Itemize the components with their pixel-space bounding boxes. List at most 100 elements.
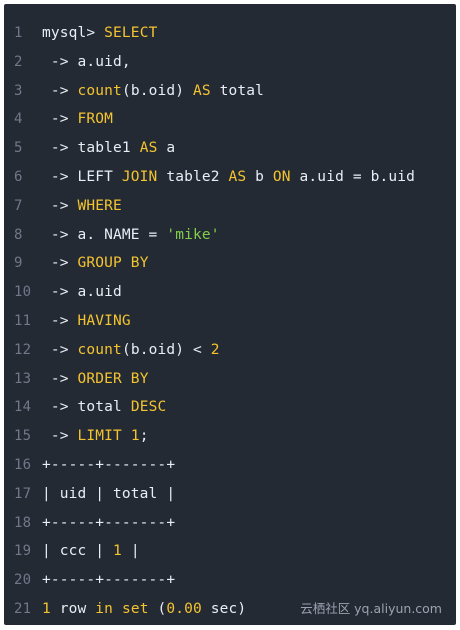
line-number: 4	[14, 111, 23, 128]
line-number: 10	[14, 284, 32, 301]
code-token: ->	[42, 255, 78, 272]
code-token: ORDER BY	[77, 370, 149, 387]
code-line: 4 -> FROM	[4, 105, 456, 134]
line-number: 3	[14, 82, 23, 99]
line-number: 13	[14, 370, 32, 387]
code-token: -> a.uid	[42, 284, 122, 301]
code-token: a.uid = b.uid	[290, 168, 415, 185]
code-line: 15 -> LIMIT 1;	[4, 422, 456, 451]
line-number: 17	[14, 485, 32, 502]
line-number: 7	[14, 197, 23, 214]
code-line: 18 +-----+-------+	[4, 509, 456, 538]
code-token: -> table1	[42, 140, 140, 157]
code-token: (b.oid)	[121, 82, 193, 99]
code-line: 11 -> HAVING	[4, 307, 456, 336]
code-line: 5 -> table1 AS a	[4, 134, 456, 163]
code-line: 8 -> a. NAME = 'mike'	[4, 221, 456, 250]
code-token: | uid | total |	[42, 485, 176, 502]
code-token: 2	[210, 341, 220, 358]
code-token: JOIN	[121, 168, 158, 185]
code-token: WHERE	[77, 197, 122, 214]
code-token: ;	[139, 428, 149, 445]
code-block: 1 mysql> SELECT 2 -> a.uid, 3 -> count(b.oi…	[4, 4, 456, 625]
line-number: 14	[14, 399, 32, 416]
code-token: -> total	[42, 399, 131, 416]
code-token: total	[210, 82, 265, 99]
code-token: DESC	[130, 399, 167, 416]
code-token: (	[148, 600, 167, 617]
code-token: ->	[42, 82, 78, 99]
code-token: ->	[42, 370, 78, 387]
line-number: 6	[14, 168, 23, 185]
code-token: count	[77, 82, 122, 99]
code-line: 1 mysql> SELECT	[4, 19, 456, 48]
code-line: 3 -> count(b.oid) AS total	[4, 77, 456, 106]
code-token: table2	[157, 168, 229, 185]
code-token: count	[77, 341, 122, 358]
code-token: +-----+-------+	[42, 514, 176, 531]
line-number: 15	[14, 428, 32, 445]
code-token: ->	[42, 428, 78, 445]
code-token: 1	[130, 428, 140, 445]
line-number: 11	[14, 312, 32, 329]
code-token: -> a.uid,	[42, 53, 131, 70]
code-token: |	[121, 543, 140, 560]
code-line: 19 | ccc | 1 |	[4, 537, 456, 566]
code-token: ON	[272, 168, 291, 185]
code-token: SELECT	[104, 25, 158, 41]
code-token: ->	[42, 341, 78, 358]
line-number: 18	[14, 514, 32, 531]
code-token: ->	[42, 111, 78, 128]
code-line: 14 -> total DESC	[4, 393, 456, 422]
line-number: 8	[14, 226, 23, 243]
code-token: ->	[42, 197, 78, 214]
line-number: 9	[14, 255, 23, 272]
line-number: 12	[14, 341, 32, 358]
code-token: AS	[139, 140, 158, 157]
code-token: b	[246, 168, 273, 185]
code-token: | ccc |	[42, 543, 114, 560]
code-token: HAVING	[77, 312, 131, 329]
code-token: AS	[192, 82, 211, 99]
line-number: 2	[14, 53, 23, 70]
line-number: 16	[14, 456, 32, 473]
code-token: ->	[42, 312, 78, 329]
code-token: LIMIT	[77, 428, 122, 445]
code-token: AS	[228, 168, 247, 185]
code-line: 2 -> a.uid,	[4, 48, 456, 77]
code-line: 6 -> LEFT JOIN table2 AS b ON a.uid = b.…	[4, 163, 456, 192]
code-lines: 1 mysql> SELECT 2 -> a.uid, 3 -> count(b.oi…	[4, 19, 456, 624]
code-token: 0.00	[166, 600, 202, 617]
code-line: 7 -> WHERE	[4, 192, 456, 221]
watermark: 云栖社区 yq.aliyun.com	[300, 601, 442, 616]
code-token: +-----+-------+	[42, 456, 176, 473]
code-token: a	[157, 140, 176, 157]
code-line: 10 -> a.uid	[4, 278, 456, 307]
code-token: in	[95, 600, 114, 617]
line-number: 21	[14, 600, 32, 617]
code-token: row	[50, 600, 96, 617]
code-line: 17 | uid | total |	[4, 480, 456, 509]
code-token: (b.oid) <	[121, 341, 211, 358]
line-number: 1	[14, 25, 23, 41]
code-token: 1	[42, 600, 51, 617]
code-line: 20 +-----+-------+	[4, 566, 456, 595]
line-number: 5	[14, 140, 23, 157]
code-token: mysql>	[42, 25, 105, 41]
code-token: 1	[113, 543, 122, 560]
line-number: 20	[14, 572, 32, 589]
code-token: +-----+-------+	[42, 572, 176, 589]
code-token: sec)	[201, 600, 247, 617]
line-number: 19	[14, 543, 32, 560]
code-line: 16 +-----+-------+	[4, 451, 456, 480]
code-line: 13 -> ORDER BY	[4, 365, 456, 394]
code-line: 9 -> GROUP BY	[4, 249, 456, 278]
code-token: 'mike'	[166, 226, 220, 243]
code-token: -> LEFT	[42, 168, 122, 185]
code-token: FROM	[77, 111, 114, 128]
code-token: GROUP BY	[77, 255, 149, 272]
code-token: set	[121, 600, 149, 617]
code-line: 12 -> count(b.oid) < 2	[4, 336, 456, 365]
